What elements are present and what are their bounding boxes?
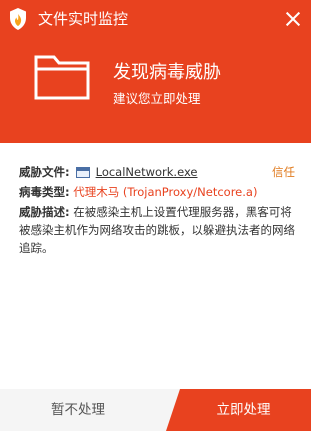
virus-type-value: 代理木马 (TrojanProxy/Netcore.a) [73, 185, 258, 199]
description-label: 威胁描述: [19, 205, 70, 219]
trust-link[interactable]: 信任 [272, 162, 295, 182]
title-bar[interactable]: 文件实时监控 [0, 0, 311, 38]
alert-window: 文件实时监控 发现病毒威胁 建议您立即处理 威胁文件: LocalNetwork.… [0, 0, 311, 431]
file-window-icon [75, 167, 90, 178]
alert-headline: 发现病毒威胁 [113, 62, 221, 83]
handle-now-button[interactable]: 立即处理 [166, 389, 311, 431]
window-title: 文件实时监控 [38, 10, 129, 28]
action-footer: 暂不处理 立即处理 [0, 389, 311, 431]
virus-type-row: 病毒类型: 代理木马 (TrojanProxy/Netcore.a) [19, 182, 295, 202]
threat-description: 威胁描述: 在被感染主机上设置代理服务器，黑客可将被感染主机作为网络攻击的跳板，… [19, 203, 295, 257]
ignore-button[interactable]: 暂不处理 [0, 389, 180, 431]
shield-flame-icon [10, 8, 26, 30]
alert-subline: 建议您立即处理 [113, 91, 201, 106]
virus-type-label: 病毒类型: [19, 185, 70, 199]
threat-details: 威胁文件: LocalNetwork.exe 信任 病毒类型: 代理木马 (Tro… [19, 162, 295, 257]
alert-header: 文件实时监控 发现病毒威胁 建议您立即处理 [0, 0, 311, 143]
file-label: 威胁文件: [19, 165, 70, 179]
file-row: 威胁文件: LocalNetwork.exe 信任 [19, 162, 295, 182]
file-name-link[interactable]: LocalNetwork.exe [96, 165, 198, 179]
close-button[interactable] [283, 9, 303, 29]
folder-icon [34, 55, 90, 100]
